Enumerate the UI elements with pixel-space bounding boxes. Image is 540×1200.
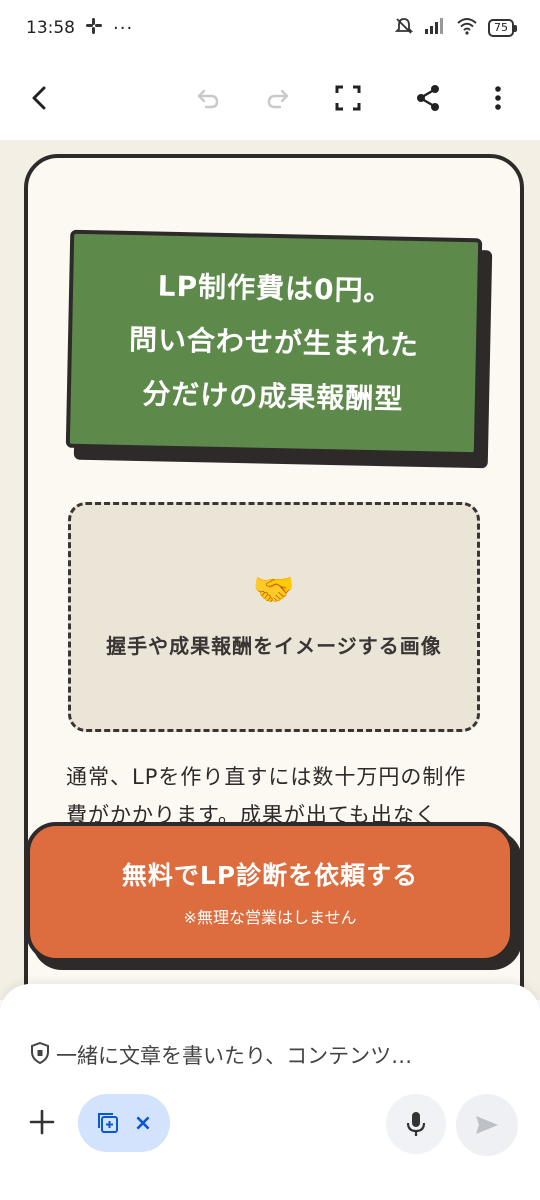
- prompt-input-sheet: 一緒に文章を書いたり、コンテンツ… ×: [0, 984, 540, 1200]
- back-arrow-icon: [32, 86, 46, 110]
- cta-title: 無料でLP診断を依頼する: [121, 861, 419, 890]
- microphone-button[interactable]: [386, 1094, 446, 1154]
- hero-line-2: 問い合わせが生まれた: [128, 322, 420, 363]
- canvas-tool-chip[interactable]: ×: [78, 1094, 170, 1152]
- battery-indicator: 75: [488, 19, 517, 37]
- more-vert-icon: [495, 86, 501, 110]
- redo-button[interactable]: [248, 68, 308, 128]
- hero-banner: LP制作費は0円。 問い合わせが生まれた 分だけの成果報酬型: [65, 229, 483, 457]
- fullscreen-button[interactable]: [318, 68, 378, 128]
- wifi-icon: [456, 17, 478, 40]
- shield-lock-icon: [30, 1041, 50, 1069]
- send-button[interactable]: [456, 1094, 518, 1156]
- prompt-input[interactable]: 一緒に文章を書いたり、コンテンツ…: [30, 1040, 412, 1070]
- undo-icon: [197, 89, 219, 109]
- status-bar: 13:58 ··· 75: [0, 0, 540, 56]
- mute-bell-icon: [394, 16, 414, 41]
- fullscreen-icon: [335, 85, 361, 111]
- image-placeholder-caption: 握手や成果報酬をイメージする画像: [106, 634, 442, 658]
- canvas-add-icon: [97, 1113, 118, 1133]
- redo-icon: [267, 89, 289, 109]
- remove-chip-icon[interactable]: ×: [134, 1111, 152, 1136]
- status-time: 13:58: [26, 18, 75, 38]
- preview-canvas: LP制作費は0円。 問い合わせが生まれた 分だけの成果報酬型 🤝 握手や成果報酬…: [0, 140, 540, 1000]
- slack-icon: [85, 17, 103, 40]
- handshake-icon: 🤝: [252, 570, 296, 610]
- signal-icon: [424, 17, 446, 40]
- hero-line-1: LP制作費は0円。: [157, 269, 393, 308]
- image-placeholder: 🤝 握手や成果報酬をイメージする画像: [68, 502, 480, 732]
- cta-subtitle: ※無理な営業はしません: [183, 908, 357, 927]
- plus-icon: [29, 1109, 55, 1135]
- share-icon: [417, 85, 439, 111]
- send-icon: [476, 1116, 498, 1134]
- more-options-button[interactable]: [468, 68, 528, 128]
- top-toolbar: [0, 56, 540, 140]
- undo-button[interactable]: [178, 68, 238, 128]
- back-button[interactable]: [10, 68, 70, 128]
- share-button[interactable]: [398, 68, 458, 128]
- microphone-icon: [406, 1112, 426, 1136]
- hero-line-3: 分だけの成果報酬型: [142, 377, 404, 416]
- free-diagnosis-cta-button[interactable]: 無料でLP診断を依頼する ※無理な営業はしません: [26, 822, 514, 962]
- add-attachment-button[interactable]: [22, 1102, 62, 1142]
- prompt-placeholder: 一緒に文章を書いたり、コンテンツ…: [56, 1044, 413, 1068]
- more-notifications-icon: ···: [113, 17, 134, 39]
